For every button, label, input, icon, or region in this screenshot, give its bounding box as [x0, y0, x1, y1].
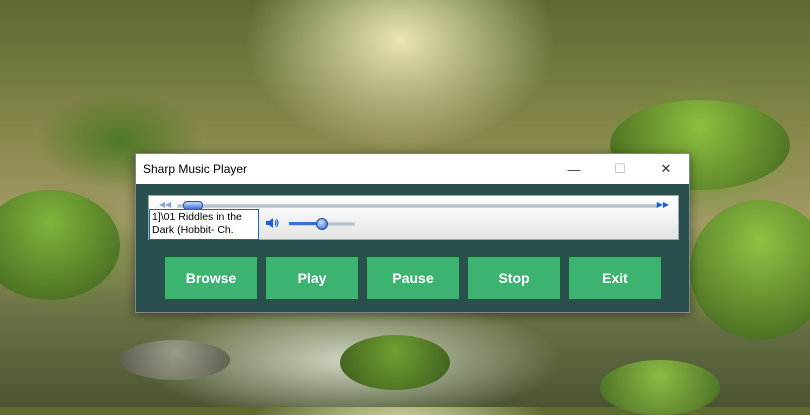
- background-rock: [340, 335, 450, 390]
- button-row: Browse Play Pause Stop Exit: [164, 256, 662, 300]
- seek-track[interactable]: [177, 204, 659, 208]
- seek-forward-icon[interactable]: ▶▶: [657, 199, 669, 211]
- title-bar[interactable]: Sharp Music Player — ☐ ✕: [136, 154, 689, 184]
- media-player-control: ◀◀ ▶▶ 1]\01 Riddles in the Dark (Hobbit-…: [148, 195, 679, 240]
- maximize-button[interactable]: ☐: [597, 154, 643, 184]
- background-rock: [690, 200, 810, 340]
- volume-thumb[interactable]: [316, 218, 328, 230]
- music-player-window: Sharp Music Player — ☐ ✕ ◀◀ ▶▶ 1]\01 Rid…: [135, 153, 690, 313]
- track-title-box[interactable]: 1]\01 Riddles in the Dark (Hobbit- Ch.: [149, 209, 259, 240]
- close-button[interactable]: ✕: [643, 154, 689, 184]
- stop-button[interactable]: Stop: [467, 256, 561, 300]
- window-title: Sharp Music Player: [143, 162, 248, 176]
- background-rock: [0, 190, 120, 300]
- background-rock: [120, 340, 230, 380]
- play-button[interactable]: Play: [265, 256, 359, 300]
- browse-button[interactable]: Browse: [164, 256, 258, 300]
- volume-icon[interactable]: [265, 217, 279, 229]
- exit-button[interactable]: Exit: [568, 256, 662, 300]
- minimize-button[interactable]: —: [551, 154, 597, 184]
- pause-button[interactable]: Pause: [366, 256, 460, 300]
